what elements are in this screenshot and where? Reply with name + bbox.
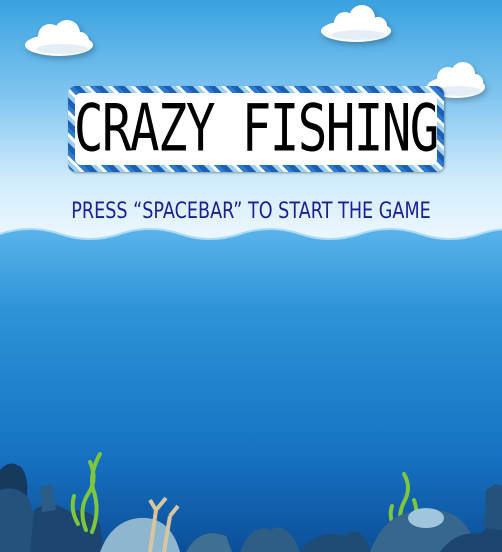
cloud-icon <box>25 20 93 56</box>
game-screen[interactable]: CRAZY FISHING PRESS “SPACEBAR” TO START … <box>0 0 502 552</box>
seabed <box>0 452 502 552</box>
title-banner: CRAZY FISHING <box>68 86 444 172</box>
cloud-icon <box>321 5 391 42</box>
rock-icon <box>0 463 104 552</box>
coral-icon <box>100 496 372 552</box>
game-title: CRAZY FISHING <box>74 91 439 167</box>
start-prompt: PRESS “SPACEBAR” TO START THE GAME <box>71 199 431 224</box>
